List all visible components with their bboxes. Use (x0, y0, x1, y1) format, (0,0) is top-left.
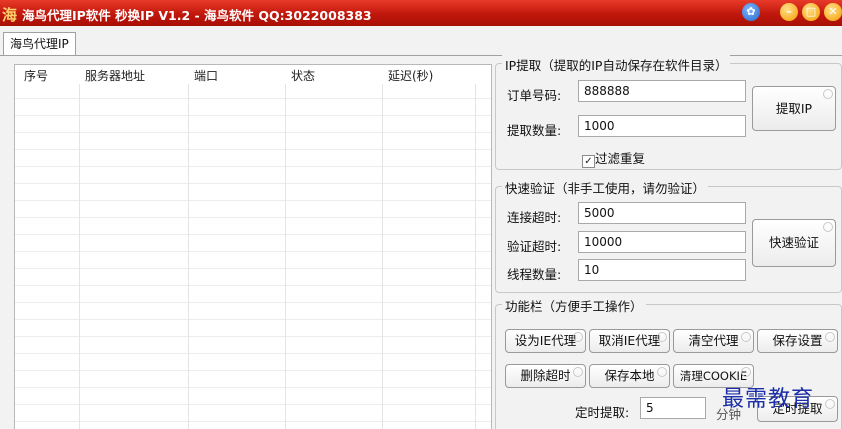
order-number-label: 订单号码: (507, 88, 562, 103)
app-logo-icon: 海 (2, 6, 18, 24)
verify-timeout-input[interactable]: 10000 (578, 231, 746, 253)
tab-strip: 海鸟代理IP (0, 26, 842, 56)
verify-timeout-label: 验证超时: (507, 239, 562, 254)
connect-timeout-label: 连接超时: (507, 210, 562, 225)
close-icon[interactable]: ✕ (824, 3, 842, 21)
minimize-icon[interactable]: – (780, 3, 798, 21)
watermark-logo: 最需教育 (722, 387, 815, 412)
column-header-server[interactable]: 服务器地址 (85, 67, 145, 84)
extract-count-input[interactable]: 1000 (578, 115, 746, 137)
checkbox-check-icon: ✓ (582, 155, 595, 168)
column-divider (285, 65, 286, 429)
title-bar[interactable]: 海 海鸟代理IP软件 秒换IP V1.2 - 海鸟软件 QQ:302200838… (0, 0, 842, 26)
filter-duplicates-label: 过滤重复 (595, 151, 646, 166)
order-number-input[interactable]: 888888 (578, 80, 746, 102)
column-divider (475, 65, 476, 429)
proxy-list-table[interactable]: 序号 服务器地址 端口 状态 延迟(秒) (14, 64, 492, 429)
extract-count-label: 提取数量: (507, 123, 562, 138)
column-header-latency[interactable]: 延迟(秒) (388, 67, 433, 84)
timer-interval-input[interactable]: 5 (640, 397, 706, 419)
delete-timeout-button[interactable]: 删除超时 (505, 364, 586, 388)
save-local-button[interactable]: 保存本地 (589, 364, 670, 388)
column-divider (382, 65, 383, 429)
cancel-ie-proxy-button[interactable]: 取消IE代理 (589, 329, 670, 353)
maximize-icon[interactable]: □ (802, 3, 820, 21)
window-title: 海鸟代理IP软件 秒换IP V1.2 - 海鸟软件 QQ:3022008383 (22, 8, 372, 23)
quick-verify-button[interactable]: 快速验证 (752, 219, 836, 267)
extract-ip-button[interactable]: 提取IP (752, 86, 836, 131)
thread-count-input[interactable]: 10 (578, 259, 746, 281)
column-header-index[interactable]: 序号 (24, 67, 48, 84)
quick-verify-title: 快速验证（非手工使用，请勿验证） (502, 178, 709, 197)
ip-extract-title: IP提取（提取的IP自动保存在软件目录） (502, 55, 731, 74)
save-settings-button[interactable]: 保存设置 (757, 329, 838, 353)
filter-duplicates-checkbox[interactable]: ✓ 过滤重复 (582, 148, 645, 168)
set-ie-proxy-button[interactable]: 设为IE代理 (505, 329, 586, 353)
column-header-port[interactable]: 端口 (194, 67, 218, 84)
table-header: 序号 服务器地址 端口 状态 延迟(秒) (15, 65, 491, 84)
tab-hainiao-proxy[interactable]: 海鸟代理IP (3, 32, 76, 55)
functions-title: 功能栏（方便手工操作） (502, 296, 646, 315)
thread-count-label: 线程数量: (507, 267, 562, 282)
skin-icon[interactable]: ✿ (742, 3, 760, 21)
connect-timeout-input[interactable]: 5000 (578, 202, 746, 224)
clear-proxy-button[interactable]: 清空代理 (673, 329, 754, 353)
column-divider (188, 65, 189, 429)
column-divider (79, 65, 80, 429)
timer-extract-label: 定时提取: (575, 405, 630, 420)
column-header-status[interactable]: 状态 (291, 67, 315, 84)
